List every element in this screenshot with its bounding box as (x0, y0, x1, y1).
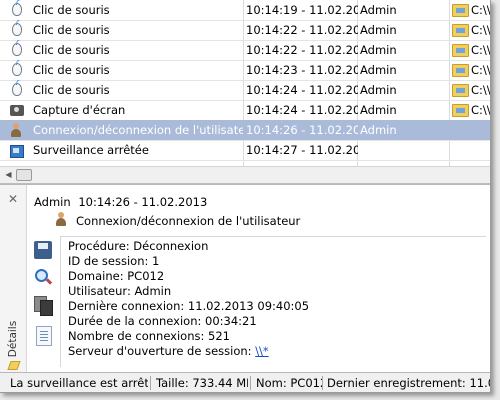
event-name: Clic de souris (33, 43, 110, 57)
detail-line: Utilisateur: Admin (68, 284, 172, 298)
mouse-icon (12, 80, 22, 96)
details-event-title: Connexion/déconnexion de l'utilisateur (76, 214, 301, 228)
event-row[interactable]: Clic de souris 10:14:22 - 11.02.2013 Adm… (0, 20, 490, 41)
event-time: 10:14:22 - 11.02.2013 (246, 43, 358, 57)
close-icon[interactable]: ✕ (7, 193, 19, 205)
event-user: Admin (360, 123, 397, 137)
app-window: Clic de souris 10:14:19 - 11.02.2013 Adm… (0, 0, 491, 393)
document-icon[interactable] (36, 326, 52, 346)
mouse-icon (12, 20, 22, 36)
pencil-icon (7, 361, 21, 370)
copy-icon[interactable] (34, 296, 53, 316)
event-row[interactable]: Clic de souris 10:14:24 - 11.02.2013 Adm… (0, 80, 490, 101)
event-user: Admin (360, 43, 397, 57)
event-user: Admin (360, 63, 397, 77)
event-user: Admin (360, 103, 397, 117)
event-row[interactable]: Clic de souris 10:14:19 - 11.02.2013 Adm… (0, 0, 490, 21)
status-size: Taille: 733.44 MB (156, 376, 248, 390)
event-row[interactable]: Capture d'écran 10:14:24 - 11.02.2013 Ad… (0, 100, 490, 121)
event-row-selected[interactable]: Connexion/déconnexion de l'utilisateur 1… (0, 120, 490, 141)
folder-icon (452, 104, 469, 117)
monitor-icon (10, 145, 24, 158)
tab-details[interactable]: Détails (5, 313, 21, 370)
event-user: Admin (360, 83, 397, 97)
event-time: 10:14:26 - 11.02.2013 (246, 123, 358, 137)
status-bar: La surveillance est arrêtée Taille: 733.… (0, 372, 490, 392)
folder-icon (452, 84, 469, 97)
event-user: Admin (360, 3, 397, 17)
user-icon (10, 123, 22, 137)
folder-icon (452, 24, 469, 37)
details-pane: ✕ Détails Admin 10:14:26 - 11.02.2013 Co… (0, 184, 490, 373)
event-time: 10:14:19 - 11.02.2013 (246, 3, 358, 17)
folder-icon (452, 44, 469, 57)
detail-line-server: Serveur d'ouverture de session: \\* (68, 344, 269, 358)
mouse-icon (12, 40, 22, 56)
event-list[interactable]: Clic de souris 10:14:19 - 11.02.2013 Adm… (0, 0, 490, 166)
event-name: Surveillance arrêtée (33, 143, 149, 157)
event-time: 10:14:23 - 11.02.2013 (246, 63, 358, 77)
status-state: La surveillance est arrêtée (10, 376, 148, 390)
detail-line: ID de session: 1 (68, 254, 160, 268)
details-action-icons (30, 238, 56, 368)
event-path: C:\\ (471, 63, 490, 77)
details-user: Admin (34, 195, 71, 209)
event-name: Clic de souris (33, 63, 110, 77)
tab-details-label: Détails (7, 320, 19, 358)
scrollbar-thumb[interactable] (16, 169, 32, 181)
details-time: 10:14:26 - 11.02.2013 (78, 195, 208, 209)
event-name: Capture d'écran (33, 103, 126, 117)
event-path: C:\\ (471, 23, 490, 37)
event-time: 10:14:22 - 11.02.2013 (246, 23, 358, 37)
event-user (360, 140, 448, 160)
event-name: Clic de souris (33, 23, 110, 37)
event-user: Admin (360, 23, 397, 37)
detail-line: Durée de la connexion: 00:34:21 (68, 314, 257, 328)
detail-line: Nombre de connexions: 521 (68, 329, 230, 343)
event-name: Connexion/déconnexion de l'utilisateur (33, 123, 243, 137)
server-link[interactable]: \\* (255, 344, 269, 358)
event-row[interactable]: Surveillance arrêtée 10:14:27 - 11.02.20… (0, 140, 490, 161)
search-icon[interactable] (34, 268, 53, 286)
event-time: 10:14:24 - 11.02.2013 (246, 103, 358, 117)
details-sidebar: ✕ Détails (0, 185, 27, 373)
status-name: Nom: PC012 (256, 376, 322, 390)
status-separator (250, 376, 251, 390)
mouse-icon (12, 60, 22, 76)
status-separator (150, 376, 151, 390)
event-path: C:\\ (471, 103, 490, 117)
save-icon[interactable] (34, 241, 52, 259)
event-path: C:\\ (471, 3, 490, 17)
user-icon (55, 212, 67, 226)
server-label: Serveur d'ouverture de session: (68, 344, 252, 358)
detail-line: Procédure: Déconnexion (68, 239, 209, 253)
event-name: Clic de souris (33, 3, 110, 17)
status-last-save: Dernier enregistrement: 11.02.2013 (327, 376, 490, 390)
status-separator (322, 376, 323, 390)
detail-line: Domaine: PC012 (68, 269, 165, 283)
event-row[interactable]: Clic de souris 10:14:22 - 11.02.2013 Adm… (0, 40, 490, 61)
event-time: 10:14:27 - 11.02.2013 (246, 143, 358, 157)
event-path: C:\\ (471, 43, 490, 57)
event-time: 10:14:24 - 11.02.2013 (246, 83, 358, 97)
details-header: Admin 10:14:26 - 11.02.2013 (34, 195, 207, 209)
scroll-left-arrow-icon[interactable]: ◀ (2, 169, 15, 180)
folder-icon (452, 4, 469, 17)
mouse-icon (12, 0, 22, 16)
event-name: Clic de souris (33, 83, 110, 97)
folder-icon (452, 64, 469, 77)
camera-icon (10, 105, 24, 116)
detail-line: Dernière connexion: 11.02.2013 09:40:05 (68, 299, 310, 313)
event-path: C:\\ (471, 83, 490, 97)
event-row[interactable]: Clic de souris 10:14:23 - 11.02.2013 Adm… (0, 60, 490, 81)
horizontal-scrollbar[interactable]: ◀ (0, 166, 490, 184)
